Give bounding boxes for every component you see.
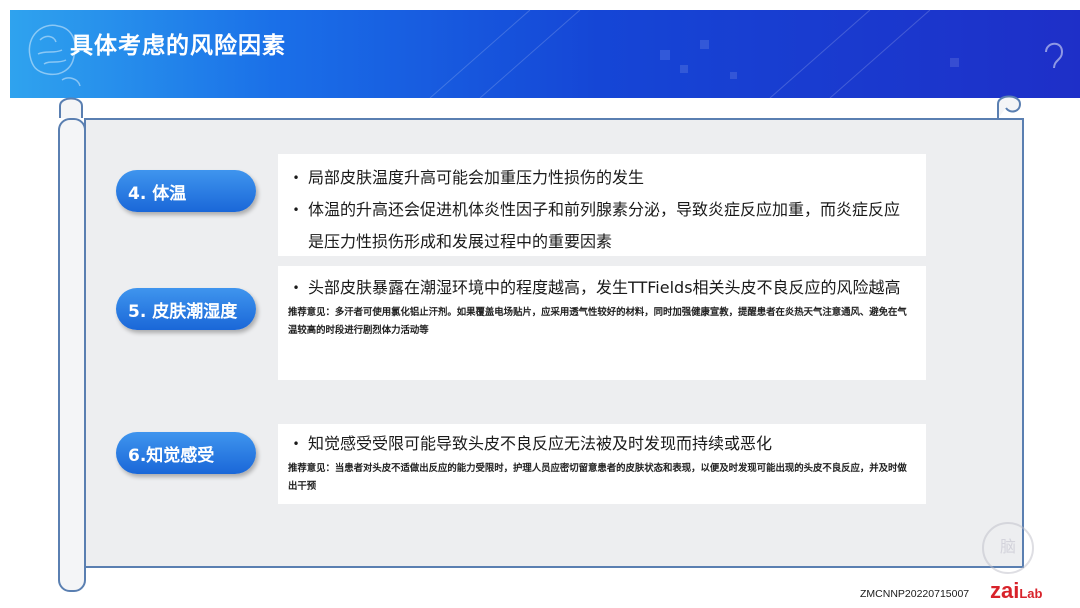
bullet-dot: • [292,203,300,217]
bullet-dot: • [292,281,300,295]
bullet-item: • 知觉感受受限可能导致头皮不良反应无法被及时发现而持续或恶化 [284,428,912,460]
bullet-dot: • [292,437,300,451]
recommendation-text: 推荐意见：当患者对头皮不适做出反应的能力受限时，护理人员应密切留意患者的皮肤状态… [288,463,907,492]
bullet-item: • 体温的升高还会促进机体炎性因子和前列腺素分泌，导致炎症反应加重，而炎症反应是… [284,194,912,258]
header-banner: 具体考虑的风险因素 [10,10,1080,98]
section-card-perception: • 知觉感受受限可能导致头皮不良反应无法被及时发现而持续或恶化 推荐意见：当患者… [278,424,926,504]
section-label-perception: 6.知觉感受 [116,432,256,474]
company-logo: zaiLab [990,578,1043,603]
page-title: 具体考虑的风险因素 [70,33,286,59]
ear-icon [1045,42,1064,69]
section-label-temperature: 4. 体温 [116,170,256,212]
section-label-skin-moisture: 5. 皮肤潮湿度 [116,288,256,330]
bullet-item: • 头部皮肤暴露在潮湿环境中的程度越高，发生TTFields相关头皮不良反应的风… [284,272,912,304]
section-card-temperature: • 局部皮肤温度升高可能会加重压力性损伤的发生 • 体温的升高还会促进机体炎性因… [278,154,926,256]
recommendation-text: 推荐意见：多汗者可使用氯化铝止汗剂。如果覆盖电场贴片，应采用透气性较好的材料，同… [288,307,907,336]
bullet-dot: • [292,171,300,185]
scroll-left-roll [58,118,86,592]
watermark-badge: 脑 [982,522,1034,574]
section-card-skin-moisture: • 头部皮肤暴露在潮湿环境中的程度越高，发生TTFields相关头皮不良反应的风… [278,266,926,380]
scroll-top-roll [59,95,1022,118]
document-code: ZMCNNP20220715007 [860,588,970,600]
bullet-item: • 局部皮肤温度升高可能会加重压力性损伤的发生 [284,162,912,194]
